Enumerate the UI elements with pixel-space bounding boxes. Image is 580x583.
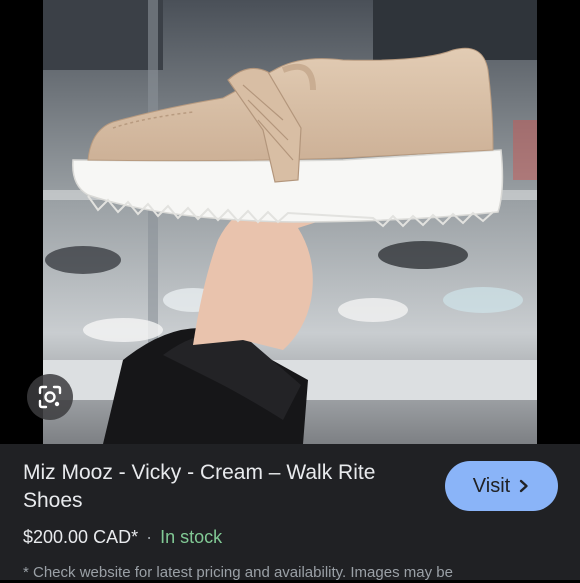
pricing-disclaimer: * Check website for latest pricing and a… xyxy=(23,564,453,581)
product-image[interactable] xyxy=(43,0,537,444)
stock-status: In stock xyxy=(160,527,223,547)
chevron-right-icon xyxy=(520,479,528,493)
visit-button[interactable]: Visit xyxy=(445,461,558,511)
lens-camera-icon xyxy=(38,385,62,409)
separator-dot: · xyxy=(146,527,153,547)
lens-search-button[interactable] xyxy=(27,374,73,420)
visit-label: Visit xyxy=(472,474,511,497)
image-viewer xyxy=(0,0,580,444)
product-title[interactable]: Miz Mooz - Vicky - Cream – Walk Rite Sho… xyxy=(23,459,428,515)
price: $200.00 CAD* xyxy=(23,527,139,547)
price-row: $200.00 CAD* · In stock xyxy=(23,526,222,548)
